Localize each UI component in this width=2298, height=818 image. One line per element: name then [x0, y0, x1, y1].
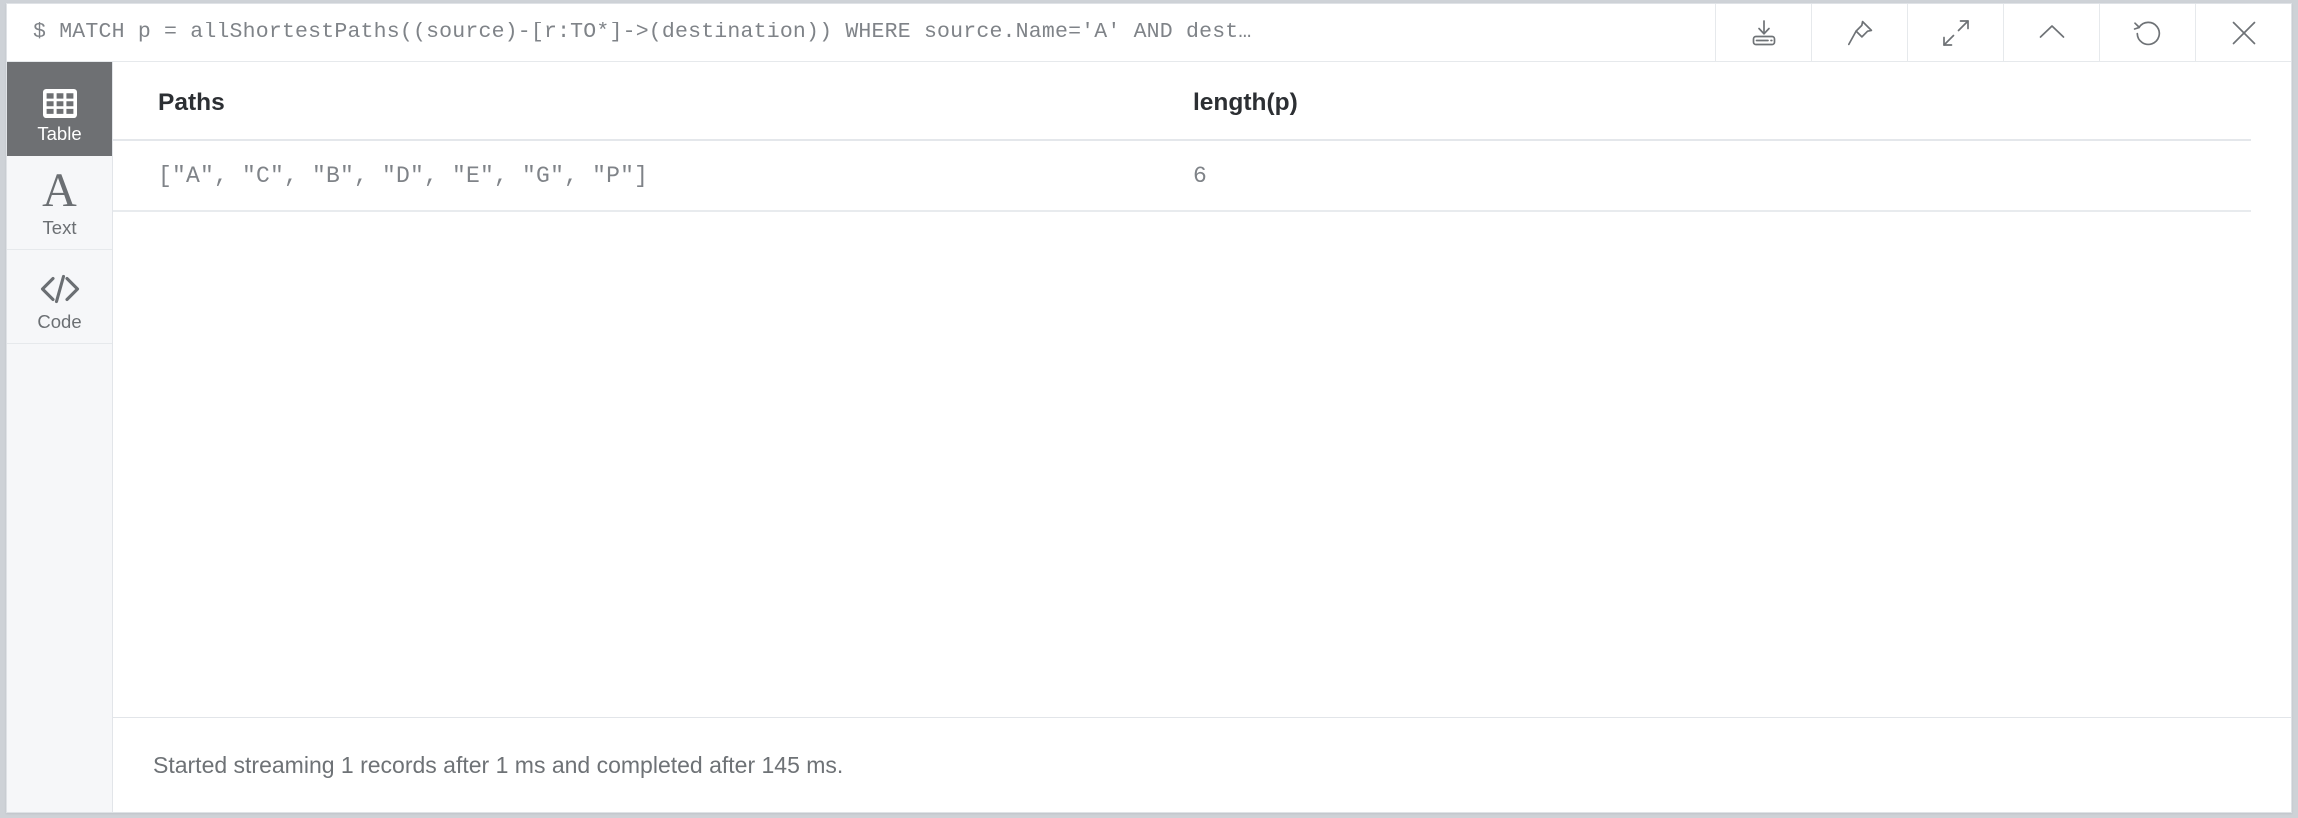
status-bar: Started streaming 1 records after 1 ms a… [113, 717, 2291, 812]
sidebar-filler [7, 344, 112, 812]
sidebar-item-label: Code [37, 310, 82, 332]
pin-button[interactable] [1811, 4, 1907, 61]
download-icon [1747, 16, 1781, 50]
query-result-frame: $ MATCH p = allShortestPaths((source)-[r… [6, 3, 2292, 813]
refresh-icon [2131, 16, 2165, 50]
query-text: $ MATCH p = allShortestPaths((source)-[r… [33, 21, 1252, 44]
rerun-button[interactable] [2099, 4, 2195, 61]
close-icon [2227, 16, 2261, 50]
cell-length: 6 [1193, 140, 2251, 212]
frame-titlebar: $ MATCH p = allShortestPaths((source)-[r… [7, 4, 2291, 62]
code-brackets-icon [38, 262, 82, 306]
close-button[interactable] [2195, 4, 2291, 61]
sidebar-item-label: Table [37, 122, 82, 144]
expand-button[interactable] [1907, 4, 2003, 61]
frame-toolbar [1715, 4, 2291, 61]
result-table-container: Paths length(p) ["A", "C", "B", "D", "E"… [113, 62, 2291, 717]
status-message: Started streaming 1 records after 1 ms a… [153, 751, 844, 778]
chevron-up-icon [2035, 16, 2069, 50]
sidebar-item-label: Text [42, 216, 77, 238]
letter-a-icon: A [42, 163, 77, 217]
column-header-paths[interactable]: Paths [113, 62, 1193, 141]
sidebar-item-text[interactable]: A Text [7, 156, 112, 250]
result-table-body: ["A", "C", "B", "D", "E", "G", "P"] 6 [113, 140, 2251, 212]
table-grid-icon [42, 74, 77, 118]
view-sidebar: Table A Text Code [7, 62, 113, 812]
download-button[interactable] [1715, 4, 1811, 61]
table-header-row: Paths length(p) [113, 62, 2251, 141]
result-table-head: Paths length(p) [113, 62, 2251, 141]
sidebar-item-table[interactable]: Table [7, 62, 112, 156]
sidebar-item-code[interactable]: Code [7, 250, 112, 344]
frame-body: Table A Text Code Paths length(p) ["A", … [7, 62, 2291, 812]
query-display[interactable]: $ MATCH p = allShortestPaths((source)-[r… [7, 4, 1715, 61]
collapse-button[interactable] [2003, 4, 2099, 61]
expand-icon [1939, 16, 1973, 50]
table-row[interactable]: ["A", "C", "B", "D", "E", "G", "P"] 6 [113, 140, 2251, 212]
pin-icon [1843, 16, 1877, 50]
result-table: Paths length(p) ["A", "C", "B", "D", "E"… [113, 62, 2251, 212]
cell-paths: ["A", "C", "B", "D", "E", "G", "P"] [113, 140, 1193, 212]
frame-content: Paths length(p) ["A", "C", "B", "D", "E"… [113, 62, 2291, 812]
column-header-length[interactable]: length(p) [1193, 62, 2251, 141]
